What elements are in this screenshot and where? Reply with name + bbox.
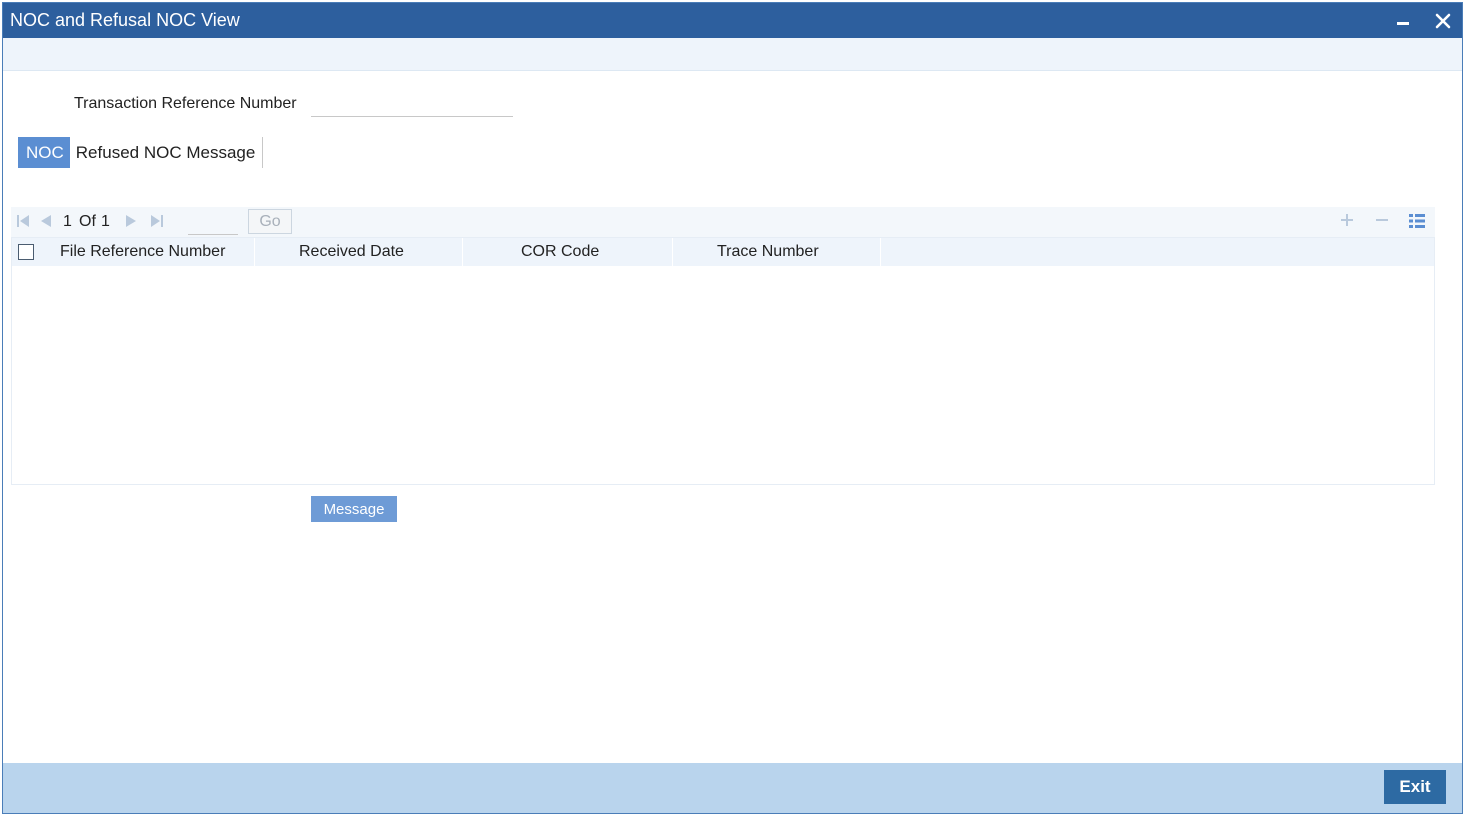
add-row-icon[interactable] xyxy=(1339,212,1355,228)
column-settings-icon[interactable] xyxy=(1409,213,1425,229)
message-button[interactable]: Message xyxy=(311,496,397,522)
transaction-reference-input[interactable] xyxy=(311,91,513,117)
window-title: NOC and Refusal NOC View xyxy=(10,10,240,30)
close-icon[interactable] xyxy=(1430,8,1456,34)
column-header-trace-number[interactable]: Trace Number xyxy=(673,238,881,266)
footer-bar: Exit xyxy=(3,763,1462,813)
pagination-bar: 1 Of 1 Go xyxy=(11,207,1435,237)
exit-button[interactable]: Exit xyxy=(1384,770,1446,804)
page-number-input[interactable] xyxy=(188,211,238,235)
minimize-icon[interactable] xyxy=(1390,8,1416,34)
first-page-icon[interactable] xyxy=(15,213,31,229)
title-bar: NOC and Refusal NOC View xyxy=(3,3,1462,38)
go-button[interactable]: Go xyxy=(248,209,292,234)
previous-page-icon[interactable] xyxy=(38,213,54,229)
column-header-received-date[interactable]: Received Date xyxy=(255,238,463,266)
next-page-icon[interactable] xyxy=(123,213,139,229)
toolbar-strip xyxy=(3,38,1462,71)
current-page: 1 xyxy=(63,213,72,230)
last-page-icon[interactable] xyxy=(149,213,165,229)
page-of-label: Of xyxy=(79,213,96,230)
remove-row-icon[interactable] xyxy=(1374,212,1390,228)
tab-noc[interactable]: NOC xyxy=(18,137,70,168)
column-header-file-reference-number[interactable]: File Reference Number xyxy=(46,238,255,266)
tab-bar: NOC Refused NOC Message xyxy=(18,137,264,168)
noc-view-window: NOC and Refusal NOC View Transaction Ref… xyxy=(2,2,1463,814)
transaction-reference-label: Transaction Reference Number xyxy=(74,95,297,112)
total-pages: 1 xyxy=(101,213,110,230)
column-header-cor-code[interactable]: COR Code xyxy=(463,238,673,266)
tab-refused-noc-message[interactable]: Refused NOC Message xyxy=(70,137,264,168)
noc-data-grid: File Reference Number Received Date COR … xyxy=(11,237,1435,485)
grid-header: File Reference Number Received Date COR … xyxy=(12,238,1434,266)
select-all-checkbox[interactable] xyxy=(18,244,34,260)
